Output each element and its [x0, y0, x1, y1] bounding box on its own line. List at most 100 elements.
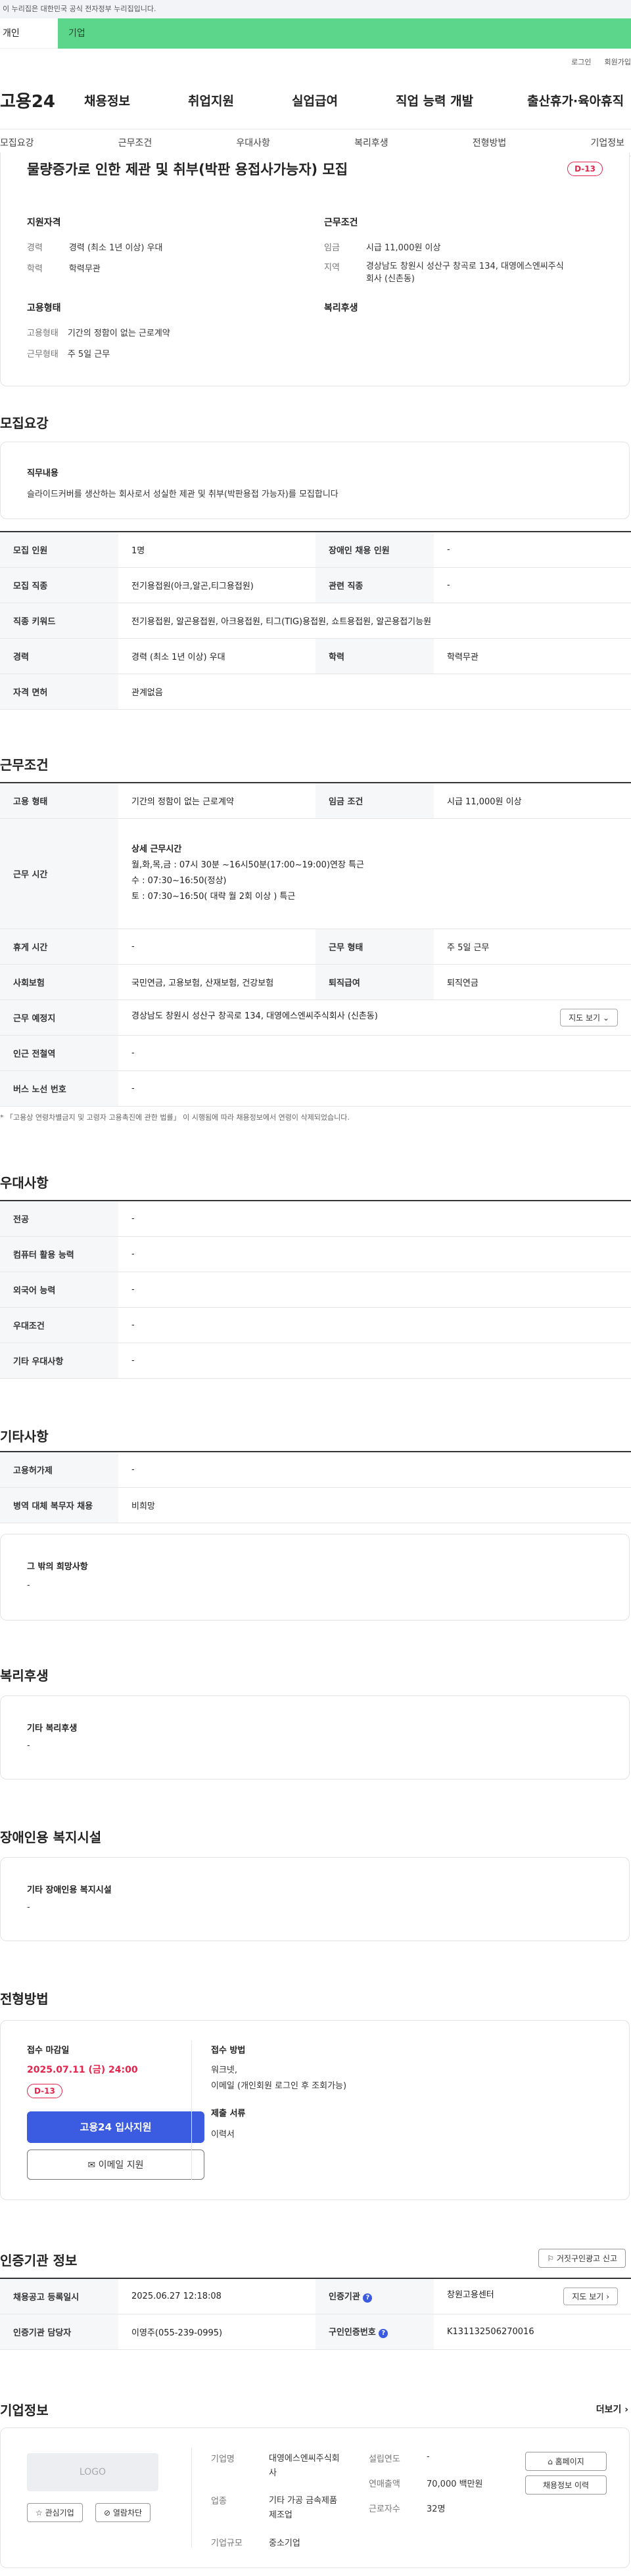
- map-button[interactable]: 지도 보기 ⌄: [560, 1008, 618, 1026]
- major-value: -: [118, 1201, 631, 1237]
- military-label: 병역 대체 복무자 채용: [0, 1487, 118, 1523]
- bus-value: -: [118, 1070, 631, 1107]
- break-value: -: [118, 929, 316, 965]
- docs-title: 제출 서류: [211, 2109, 246, 2119]
- career-value: 경력 (최소 1년 이상) 우대: [68, 243, 163, 253]
- welfare-value: -: [27, 1741, 30, 1751]
- dday-badge: D-13: [27, 2084, 62, 2098]
- pref-etc-value: -: [118, 1343, 631, 1379]
- industry-label: 업종: [211, 2496, 227, 2506]
- edu-value: 학력무관: [434, 638, 631, 674]
- email-apply-button[interactable]: ✉ 이메일 지원: [27, 2150, 204, 2180]
- cond-title: 근무조건: [324, 218, 358, 228]
- tab-company[interactable]: 기업: [58, 18, 631, 49]
- deadline-title: 접수 마감일: [27, 2046, 70, 2056]
- agency-section-title: 인증기관 정보: [0, 2253, 78, 2268]
- subnav-recruit[interactable]: 모집요강: [0, 136, 34, 149]
- subnav-conditions[interactable]: 근무조건: [118, 136, 152, 149]
- subway-label: 인근 전철역: [0, 1035, 118, 1071]
- reg-label: 채용공고 등록일시: [0, 2278, 118, 2314]
- org-cell: 창원고용센터 지도 보기 ›: [434, 2278, 631, 2314]
- permit-value: -: [118, 1452, 631, 1488]
- edu-value: 학력무관: [68, 264, 101, 274]
- method-value: 이메일 (개인회원 로그인 후 조회가능): [211, 2081, 347, 2091]
- facility-section-title: 장애인용 복지시설: [0, 1829, 102, 1845]
- emp-value: 기간의 정함이 없는 근로계약: [118, 783, 316, 819]
- org-label-cell: 인증기관 ?: [316, 2278, 434, 2314]
- site-logo[interactable]: 고용24: [0, 88, 79, 112]
- reg-value: 2025.06.27 12:18:08: [118, 2278, 316, 2314]
- gnb-support[interactable]: 취업지원: [188, 91, 292, 109]
- num-label: 구인인증번호: [329, 2328, 376, 2337]
- scale-label: 기업규모: [211, 2539, 243, 2548]
- scale-value: 중소기업: [269, 2539, 300, 2548]
- gnb-unemployment[interactable]: 실업급여: [292, 91, 396, 109]
- table-row: 기타 우대사항 -: [0, 1343, 631, 1379]
- login-link[interactable]: 로그인: [571, 57, 591, 67]
- gnb-jobs[interactable]: 채용정보: [84, 91, 188, 109]
- gnb-leave[interactable]: 출산휴가·육아휴직: [527, 91, 624, 109]
- language-value: -: [118, 1272, 631, 1308]
- preference-section-title: 우대사항: [0, 1175, 49, 1191]
- wage-label: 임금 조건: [316, 783, 434, 819]
- tab-person[interactable]: 개인: [0, 18, 58, 49]
- block-label: 열람차단: [112, 2508, 143, 2518]
- table-row: 사회보험 국민연금, 고용보험, 산재보험, 건강보험 퇴직급여 퇴직연금: [0, 964, 631, 1000]
- agency-map-label: 지도 보기: [572, 2291, 604, 2301]
- time-label: 근무 시간: [0, 818, 118, 929]
- emp-value: 기간의 정함이 없는 근로계약: [67, 329, 170, 338]
- block-icon: ⊘: [104, 2508, 111, 2518]
- gnb-training[interactable]: 직업 능력 개발: [396, 91, 527, 109]
- facility-value: -: [27, 1902, 30, 1912]
- related-label: 관련 직종: [316, 567, 434, 603]
- subnav-preference[interactable]: 우대사항: [236, 136, 270, 149]
- disabled-label: 장애인 채용 인원: [316, 532, 434, 568]
- favorite-button[interactable]: ☆ 관심기업: [27, 2503, 83, 2522]
- recruit-table: 모집 인원 1명 장애인 채용 인원 - 모집 직종 전기용접원(아크,알곤,티…: [0, 531, 631, 710]
- edu-label: 학력: [316, 638, 434, 674]
- table-row: 모집 인원 1명 장애인 채용 인원 -: [0, 532, 631, 568]
- year-label: 설립연도: [369, 2454, 400, 2464]
- num-value: K131132506270016: [434, 2314, 631, 2350]
- info-icon[interactable]: ?: [379, 2329, 388, 2338]
- summary-card: 물량증가로 인한 제관 및 취부(박판 용접사가능자) 모집 D-13 지원자격…: [0, 152, 630, 386]
- manager-label: 인증기관 담당자: [0, 2314, 118, 2350]
- disabled-value: -: [434, 532, 631, 568]
- more-link[interactable]: 더보기 ›: [596, 2403, 628, 2416]
- table-row: 경력 경력 (최소 1년 이상) 우대 학력 학력무관: [0, 638, 631, 674]
- home-icon: ⌂: [548, 2457, 553, 2466]
- subway-value: -: [118, 1035, 631, 1071]
- subnav-selection[interactable]: 전형방법: [473, 136, 507, 149]
- report-button[interactable]: ⚐ 거짓구인광고 신고: [538, 2249, 626, 2268]
- career-value: 경력 (최소 1년 이상) 우대: [118, 638, 316, 674]
- method-value: 워크넷,: [211, 2065, 238, 2075]
- apply-button[interactable]: 고용24 입사지원: [27, 2111, 204, 2143]
- wage-value: 시급 11,000원 이상: [365, 243, 441, 253]
- agency-map-button[interactable]: 지도 보기 ›: [563, 2287, 618, 2305]
- job-label: 모집 직종: [0, 567, 118, 603]
- subnav-company[interactable]: 기업정보: [590, 136, 624, 149]
- worktype-value: 주 5일 근무: [434, 929, 631, 965]
- wish-value: -: [27, 1580, 30, 1590]
- selection-section-title: 전형방법: [0, 1991, 49, 2007]
- selection-card: 접수 마감일 2025.07.11 (금) 24:00 D-13 고용24 입사…: [0, 2020, 630, 2200]
- table-row: 버스 노선 번호 -: [0, 1070, 631, 1107]
- headcount-label: 모집 인원: [0, 532, 118, 568]
- table-row: 자격 면허 관계없음: [0, 674, 631, 710]
- homepage-button[interactable]: ⌂ 홈페이지: [525, 2452, 607, 2471]
- num-label-cell: 구인인증번호 ?: [316, 2314, 434, 2350]
- block-button[interactable]: ⊘ 열람차단: [95, 2503, 151, 2522]
- headcount-value: 1명: [118, 532, 316, 568]
- table-row: 고용허가제 -: [0, 1452, 631, 1488]
- subnav-welfare[interactable]: 복리후생: [354, 136, 388, 149]
- retire-value: 퇴직연금: [434, 964, 631, 1000]
- preference-table: 전공 - 컴퓨터 활용 능력 - 외국어 능력 - 우대조건 - 기타 우대사항 -: [0, 1200, 631, 1379]
- history-button[interactable]: 채용정보 이력: [525, 2475, 607, 2495]
- wage-value: 시급 11,000원 이상: [434, 783, 631, 819]
- time-line: 수 : 07:30~16:50(정상): [131, 876, 227, 886]
- info-icon[interactable]: ?: [363, 2293, 373, 2303]
- table-row: 모집 직종 전기용접원(아크,알곤,티그용접원) 관련 직종 -: [0, 567, 631, 603]
- table-row: 휴게 시간 - 근무 형태 주 5일 근무: [0, 929, 631, 965]
- place-cell: 경상남도 창원시 성산구 창곡로 134, 대영에스엔씨주식회사 (신촌동) 지…: [118, 1000, 631, 1036]
- join-link[interactable]: 회원가입: [605, 57, 631, 67]
